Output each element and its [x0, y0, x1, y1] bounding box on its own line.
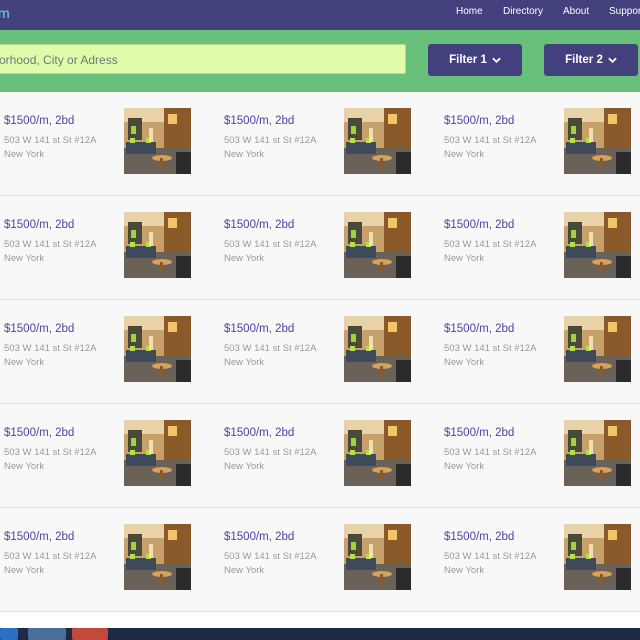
chevron-down-icon	[608, 57, 617, 63]
nav-about-link[interactable]: About	[563, 0, 589, 30]
listing-price[interactable]: $1500/m, 2bd	[224, 115, 294, 127]
listing-photo[interactable]	[124, 420, 191, 486]
listing-photo[interactable]	[124, 212, 191, 278]
listing-address: 503 W 141 st St #12A	[444, 239, 537, 250]
nav-home-link[interactable]: Home	[456, 0, 483, 30]
listing-row: $1500/m, 2bd 503 W 141 st St #12A New York…	[0, 508, 640, 612]
listing-photo[interactable]	[344, 524, 411, 590]
search-placeholder: orhood, City or Adress	[0, 53, 118, 67]
listing-address: 503 W 141 st St #12A	[444, 447, 537, 458]
listing-address: 503 W 141 st St #12A	[224, 551, 317, 562]
listing-address: 503 W 141 st St #12A	[444, 343, 537, 354]
listing-address: 503 W 141 st St #12A	[4, 551, 97, 562]
listing-price[interactable]: $1500/m, 2bd	[224, 531, 294, 543]
brand-logo[interactable]: m	[0, 5, 10, 21]
listing-city: New York	[4, 565, 45, 576]
listing-address: 503 W 141 st St #12A	[4, 135, 97, 146]
listing-photo[interactable]	[124, 108, 191, 174]
listing-card[interactable]: $1500/m, 2bd 503 W 141 st St #12A New York	[444, 196, 640, 300]
listing-photo[interactable]	[564, 524, 631, 590]
listing-city: New York	[4, 253, 45, 264]
listing-card[interactable]: $1500/m, 2bd 503 W 141 st St #12A New York	[224, 300, 434, 404]
listing-city: New York	[224, 461, 265, 472]
listing-address: 503 W 141 st St #12A	[4, 343, 97, 354]
listing-city: New York	[444, 253, 485, 264]
listing-photo[interactable]	[344, 108, 411, 174]
start-icon[interactable]	[0, 628, 18, 640]
listing-city: New York	[224, 149, 265, 160]
filter-2-button[interactable]: Filter 2	[544, 44, 638, 76]
listing-card[interactable]: $1500/m, 2bd 503 W 141 st St #12A New York	[224, 404, 434, 508]
listing-price[interactable]: $1500/m, 2bd	[224, 427, 294, 439]
nav-directory-link[interactable]: Directory	[503, 0, 543, 30]
listing-address: 503 W 141 st St #12A	[4, 239, 97, 250]
listing-city: New York	[224, 565, 265, 576]
listing-price[interactable]: $1500/m, 2bd	[4, 427, 74, 439]
listing-city: New York	[4, 149, 45, 160]
listing-address: 503 W 141 st St #12A	[444, 135, 537, 146]
file-explorer-icon[interactable]	[28, 628, 66, 640]
listing-card[interactable]: $1500/m, 2bd 503 W 141 st St #12A New York	[4, 196, 214, 300]
top-nav-bar: m Home Directory About Support	[0, 0, 640, 30]
listing-address: 503 W 141 st St #12A	[224, 239, 317, 250]
listing-price[interactable]: $1500/m, 2bd	[4, 323, 74, 335]
listing-card[interactable]: $1500/m, 2bd 503 W 141 st St #12A New York	[4, 508, 214, 612]
listing-card[interactable]: $1500/m, 2bd 503 W 141 st St #12A New York	[4, 300, 214, 404]
nav-support-link[interactable]: Support	[609, 0, 640, 30]
listing-price[interactable]: $1500/m, 2bd	[4, 115, 74, 127]
listing-city: New York	[4, 461, 45, 472]
listing-card[interactable]: $1500/m, 2bd 503 W 141 st St #12A New York	[224, 92, 434, 196]
listing-card[interactable]: $1500/m, 2bd 503 W 141 st St #12A New York	[444, 508, 640, 612]
listing-grid: $1500/m, 2bd 503 W 141 st St #12A New York…	[0, 92, 640, 612]
listing-city: New York	[224, 357, 265, 368]
listing-photo[interactable]	[124, 316, 191, 382]
listing-price[interactable]: $1500/m, 2bd	[444, 531, 514, 543]
listing-city: New York	[444, 357, 485, 368]
filter-1-label: Filter 1	[449, 54, 487, 66]
listing-photo[interactable]	[564, 108, 631, 174]
listing-price[interactable]: $1500/m, 2bd	[444, 219, 514, 231]
listing-city: New York	[444, 461, 485, 472]
filter-1-button[interactable]: Filter 1	[428, 44, 522, 76]
listing-city: New York	[444, 149, 485, 160]
listing-row: $1500/m, 2bd 503 W 141 st St #12A New York…	[0, 92, 640, 196]
listing-address: 503 W 141 st St #12A	[224, 135, 317, 146]
listing-row: $1500/m, 2bd 503 W 141 st St #12A New York…	[0, 300, 640, 404]
listing-card[interactable]: $1500/m, 2bd 503 W 141 st St #12A New York	[444, 300, 640, 404]
filter-2-label: Filter 2	[565, 54, 603, 66]
listing-photo[interactable]	[124, 524, 191, 590]
listing-address: 503 W 141 st St #12A	[224, 343, 317, 354]
listing-price[interactable]: $1500/m, 2bd	[4, 219, 74, 231]
listing-card[interactable]: $1500/m, 2bd 503 W 141 st St #12A New York	[224, 508, 434, 612]
listing-address: 503 W 141 st St #12A	[444, 551, 537, 562]
listing-card[interactable]: $1500/m, 2bd 503 W 141 st St #12A New York	[4, 92, 214, 196]
listing-city: New York	[444, 565, 485, 576]
listing-photo[interactable]	[344, 212, 411, 278]
search-input[interactable]: orhood, City or Adress	[0, 44, 406, 74]
listing-address: 503 W 141 st St #12A	[224, 447, 317, 458]
listing-row: $1500/m, 2bd 503 W 141 st St #12A New York…	[0, 196, 640, 300]
listing-card[interactable]: $1500/m, 2bd 503 W 141 st St #12A New York	[444, 404, 640, 508]
listing-card[interactable]: $1500/m, 2bd 503 W 141 st St #12A New York	[444, 92, 640, 196]
listing-card[interactable]: $1500/m, 2bd 503 W 141 st St #12A New York	[224, 196, 434, 300]
listing-price[interactable]: $1500/m, 2bd	[444, 427, 514, 439]
listing-row: $1500/m, 2bd 503 W 141 st St #12A New York…	[0, 404, 640, 508]
listing-photo[interactable]	[564, 212, 631, 278]
listing-price[interactable]: $1500/m, 2bd	[444, 115, 514, 127]
listing-price[interactable]: $1500/m, 2bd	[444, 323, 514, 335]
chrome-icon[interactable]	[72, 628, 108, 640]
listing-price[interactable]: $1500/m, 2bd	[224, 323, 294, 335]
listing-city: New York	[4, 357, 45, 368]
listing-address: 503 W 141 st St #12A	[4, 447, 97, 458]
listing-price[interactable]: $1500/m, 2bd	[4, 531, 74, 543]
listing-city: New York	[224, 253, 265, 264]
listing-photo[interactable]	[564, 316, 631, 382]
listing-card[interactable]: $1500/m, 2bd 503 W 141 st St #12A New York	[4, 404, 214, 508]
listing-photo[interactable]	[344, 420, 411, 486]
chevron-down-icon	[492, 57, 501, 63]
listing-photo[interactable]	[344, 316, 411, 382]
listing-price[interactable]: $1500/m, 2bd	[224, 219, 294, 231]
listing-photo[interactable]	[564, 420, 631, 486]
